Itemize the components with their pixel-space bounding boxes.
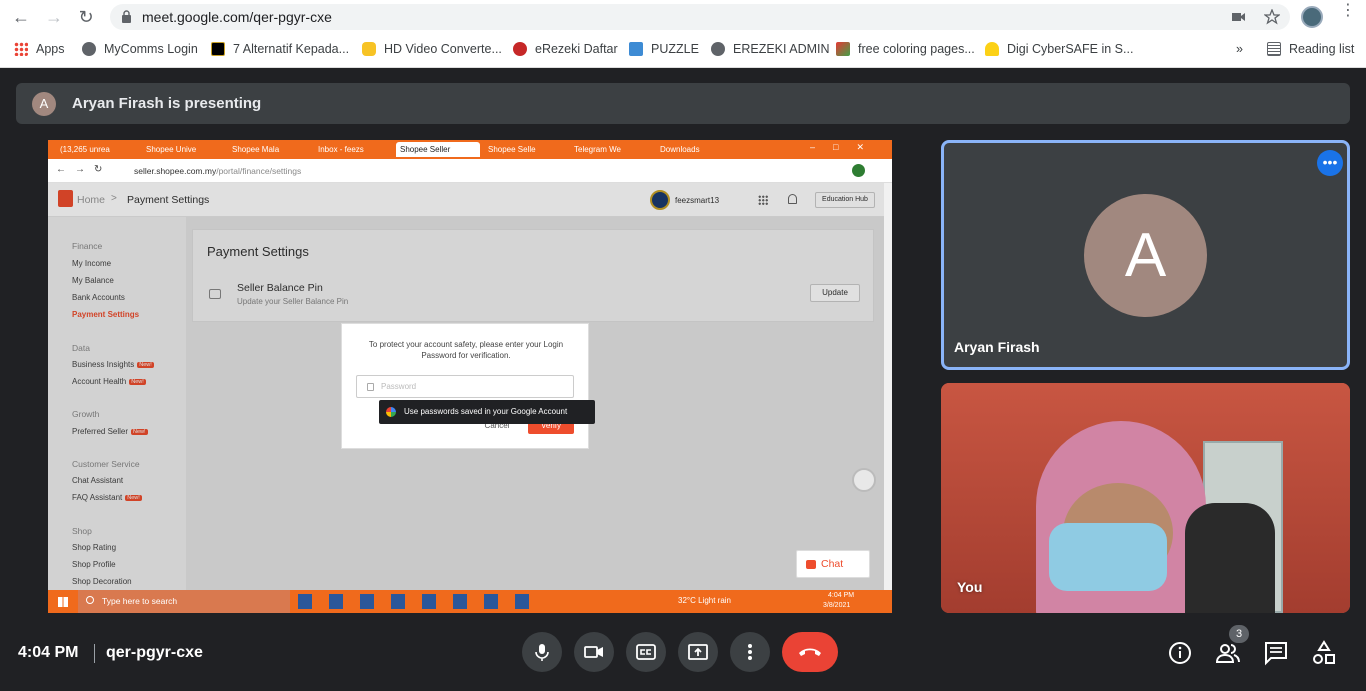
present-now-button[interactable] bbox=[678, 632, 718, 672]
presenter-avatar: A bbox=[32, 92, 56, 116]
shopee-chat-button: Chat bbox=[796, 550, 870, 578]
back-icon[interactable]: ← bbox=[10, 6, 32, 28]
participant-tile[interactable]: A Aryan Firash ••• bbox=[941, 140, 1350, 370]
self-video-tile[interactable]: You bbox=[941, 383, 1350, 613]
shared-tab: Shopee Selle bbox=[488, 145, 536, 154]
cloud-icon bbox=[985, 42, 999, 56]
bookmark-erezeki-admin[interactable]: EREZEKI ADMIN bbox=[711, 40, 830, 58]
shared-tab-active: Shopee Seller bbox=[396, 142, 480, 157]
present-icon bbox=[688, 644, 708, 660]
browser-chrome: ← → ↻ meet.google.com/qer-pgyr-cxe ⋮ App… bbox=[0, 0, 1366, 68]
microphone-icon bbox=[535, 644, 549, 661]
lock-icon bbox=[367, 383, 374, 391]
shared-tab: Shopee Unive bbox=[146, 145, 197, 154]
presenting-text: Aryan Firash is presenting bbox=[72, 95, 262, 112]
google-g-icon bbox=[386, 407, 396, 417]
url-text: meet.google.com/qer-pgyr-cxe bbox=[142, 9, 332, 25]
shared-address-bar: ←→↻ seller.shopee.com.my/portal/finance/… bbox=[48, 159, 892, 183]
microphone-button[interactable] bbox=[522, 632, 562, 672]
camera-button[interactable] bbox=[574, 632, 614, 672]
bookmark-apps[interactable]: Apps bbox=[14, 40, 65, 58]
activities-icon[interactable] bbox=[1311, 640, 1337, 666]
shared-window-controls: –□✕ bbox=[810, 142, 882, 152]
puzzle-icon bbox=[629, 42, 643, 56]
shared-screen: (13,265 unrea Shopee Unive Shopee Mala I… bbox=[48, 140, 892, 613]
divider bbox=[94, 644, 95, 663]
self-name: You bbox=[957, 579, 983, 595]
taskbar-date: 3/8/2021 bbox=[823, 602, 851, 609]
taskbar-search: Type here to search bbox=[78, 590, 290, 613]
star-icon[interactable] bbox=[1264, 9, 1280, 25]
bookmark-erezeki-daftar[interactable]: eRezeki Daftar bbox=[513, 40, 618, 58]
shared-nav-icons: ←→↻ bbox=[56, 164, 112, 175]
captions-button[interactable] bbox=[626, 632, 666, 672]
modal-text: To protect your account safety, please e… bbox=[368, 340, 564, 360]
shared-tab-strip: (13,265 unrea Shopee Unive Shopee Mala I… bbox=[48, 140, 892, 159]
video-converter-icon bbox=[362, 42, 376, 56]
bookmark-hdvideo[interactable]: HD Video Converte... bbox=[362, 40, 502, 58]
windows-start-icon bbox=[58, 597, 68, 607]
more-vert-icon bbox=[748, 644, 752, 660]
globe-icon bbox=[711, 42, 725, 56]
leave-call-button[interactable] bbox=[782, 632, 838, 672]
taskbar-pinned-apps bbox=[298, 594, 538, 609]
magnifier-icon bbox=[86, 596, 94, 604]
bookmarks-bar: Apps MyComms Login 7 Alternatif Kepada..… bbox=[0, 36, 1366, 62]
shared-profile-badge bbox=[852, 164, 865, 177]
password-placeholder: Password bbox=[381, 382, 417, 391]
people-count-badge: 3 bbox=[1229, 625, 1249, 643]
more-options-button[interactable]: ••• bbox=[1317, 150, 1343, 176]
windows-taskbar: Type here to search 32°C Light rain 4:04… bbox=[48, 590, 892, 613]
support-icon bbox=[852, 468, 876, 492]
lock-icon bbox=[122, 10, 131, 23]
chat-icon[interactable] bbox=[1263, 640, 1289, 666]
password-suggestion-tooltip: Use passwords saved in your Google Accou… bbox=[379, 400, 595, 424]
password-field: Password bbox=[356, 375, 574, 398]
shared-tab: Shopee Mala bbox=[232, 145, 280, 154]
shared-tab: Telegram We bbox=[574, 145, 621, 154]
people-icon[interactable] bbox=[1215, 640, 1241, 666]
bookmark-coloring[interactable]: free coloring pages... bbox=[836, 40, 975, 58]
shared-scrollbar bbox=[884, 183, 892, 590]
reading-list-icon bbox=[1267, 42, 1281, 56]
coloring-icon bbox=[836, 42, 850, 56]
globe-icon bbox=[82, 42, 96, 56]
shared-url: seller.shopee.com.my/portal/finance/sett… bbox=[134, 166, 302, 176]
address-bar[interactable]: meet.google.com/qer-pgyr-cxe bbox=[110, 4, 1290, 30]
shared-tab: Downloads bbox=[660, 145, 700, 154]
meeting-code: qer-pgyr-cxe bbox=[106, 644, 203, 661]
bookmark-mycomms[interactable]: MyComms Login bbox=[82, 40, 198, 58]
reload-icon[interactable]: ↻ bbox=[75, 6, 97, 28]
w-logo-icon bbox=[211, 42, 225, 56]
camera-icon bbox=[584, 646, 603, 658]
shared-tab: (13,265 unrea bbox=[60, 145, 110, 154]
camera-icon[interactable] bbox=[1232, 11, 1246, 23]
bookmarks-overflow-icon[interactable]: » bbox=[1236, 40, 1243, 58]
taskbar-time: 4:04 PM bbox=[828, 592, 855, 599]
participant-name: Aryan Firash bbox=[954, 339, 1040, 355]
shared-tab: Inbox - feezs bbox=[318, 145, 364, 154]
apps-grid-icon bbox=[14, 42, 28, 56]
chair-back bbox=[1185, 503, 1275, 613]
bookmark-digi[interactable]: Digi CyberSAFE in S... bbox=[985, 40, 1133, 58]
profile-avatar[interactable] bbox=[1301, 6, 1323, 28]
forward-icon[interactable]: → bbox=[43, 6, 65, 28]
meeting-clock: 4:04 PM bbox=[18, 644, 79, 661]
meeting-details-icon[interactable] bbox=[1167, 640, 1193, 666]
bookmark-puzzle[interactable]: PUZZLE bbox=[629, 40, 699, 58]
reading-list[interactable]: Reading list bbox=[1267, 40, 1354, 58]
presenting-banner: A Aryan Firash is presenting bbox=[16, 83, 1350, 124]
hangup-icon bbox=[799, 648, 821, 656]
verify-password-modal: To protect your account safety, please e… bbox=[341, 323, 589, 449]
captions-icon bbox=[636, 644, 656, 660]
browser-menu-icon[interactable]: ⋮ bbox=[1340, 3, 1356, 26]
erezeki-icon bbox=[513, 42, 527, 56]
participant-avatar: A bbox=[1084, 194, 1207, 317]
chat-icon bbox=[806, 560, 816, 569]
face-mask bbox=[1049, 523, 1167, 591]
bookmark-alternatif[interactable]: 7 Alternatif Kepada... bbox=[211, 40, 349, 58]
more-options-button[interactable] bbox=[730, 632, 770, 672]
weather: 32°C Light rain bbox=[678, 596, 732, 605]
